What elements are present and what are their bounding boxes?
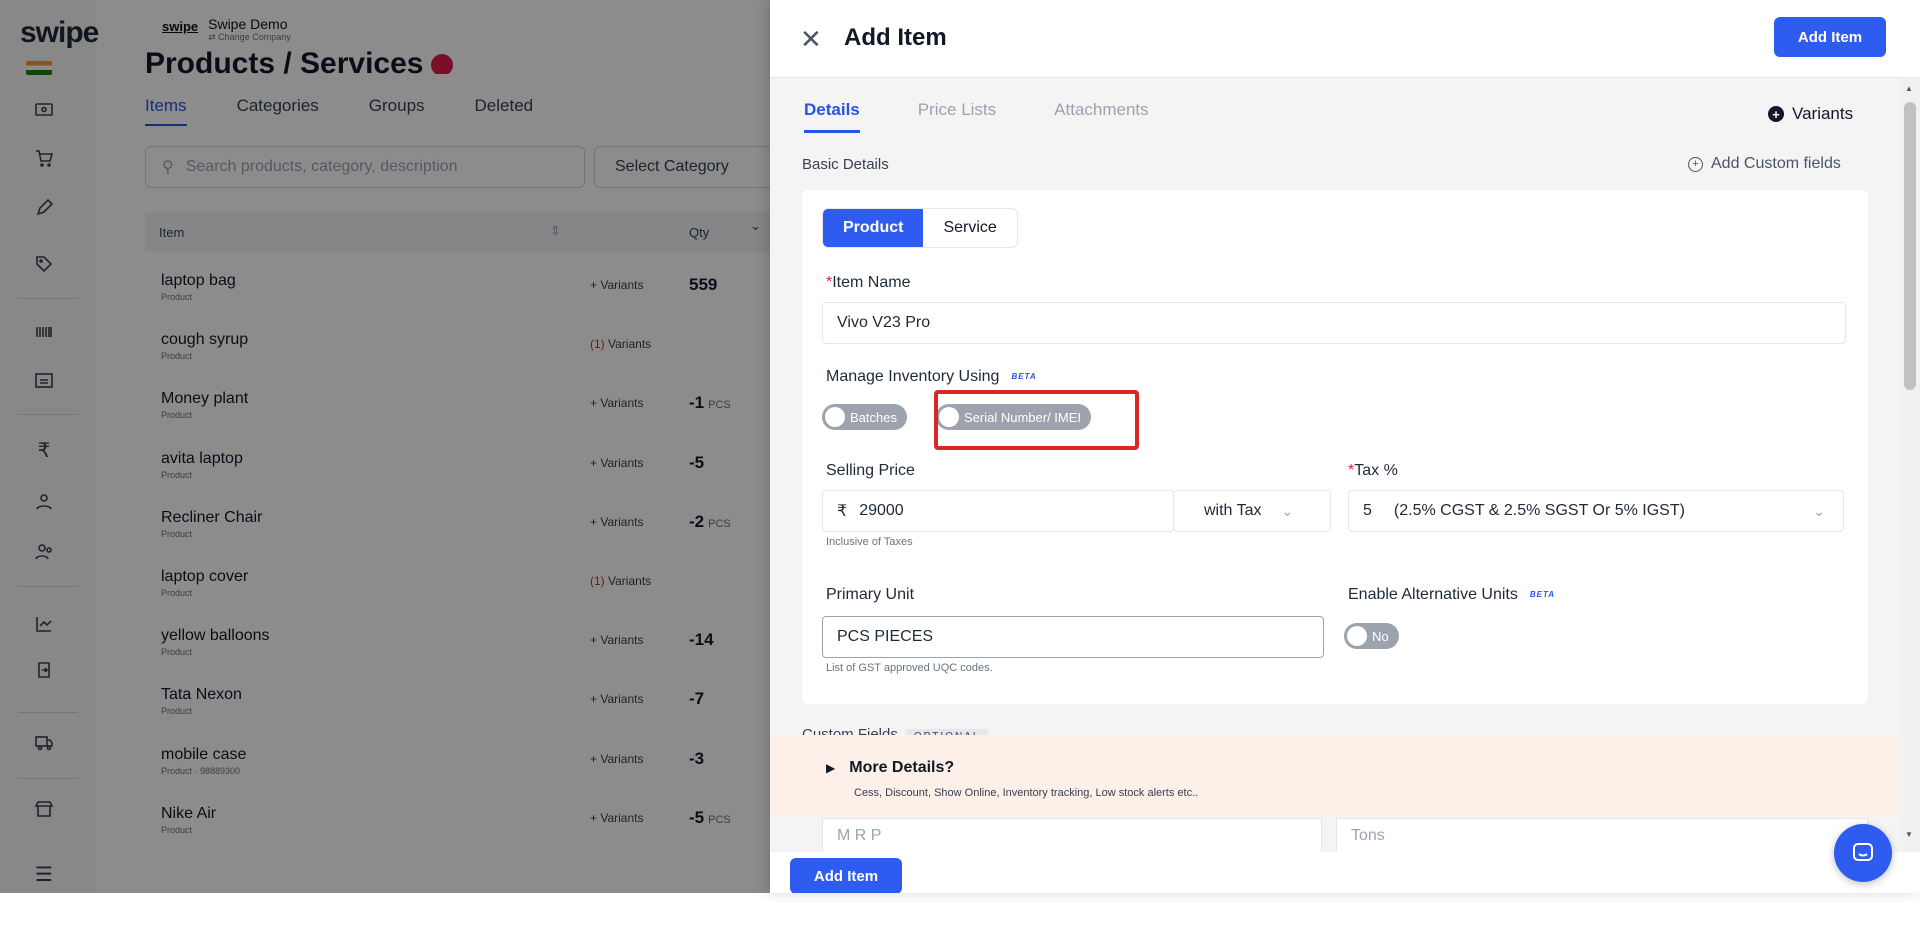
rupee-symbol: ₹ [837,503,848,520]
tax-label: *Tax % [1348,462,1398,480]
uqc-hint: List of GST approved UQC codes. [826,662,993,674]
item-name-label-text: Item Name [832,274,911,291]
item-name-label: *Item Name [826,274,910,292]
more-details-expander[interactable]: ▶ More Details? Cess, Discount, Show Onli… [770,735,1900,817]
tab-price-lists[interactable]: Price Lists [918,100,996,133]
drawer-tabs: Details Price Lists Attachments [804,100,1149,133]
more-details-subtitle: Cess, Discount, Show Online, Inventory t… [854,787,1199,799]
tax-mode-select[interactable]: with Tax ⌄ [1173,490,1331,532]
scrollbar-thumb[interactable] [1904,102,1916,390]
caret-right-icon: ▶ [826,761,836,775]
alt-units-toggle[interactable]: No [1344,623,1399,649]
modal-backdrop[interactable] [0,0,770,893]
mrp-input[interactable]: M R P [822,818,1322,852]
alt-units-label: Enable Alternative Units BETA [1348,586,1555,604]
manage-inventory-label: Manage Inventory Using BETA [826,368,1037,386]
inclusive-taxes-hint: Inclusive of Taxes [826,536,913,548]
alt-units-toggle-label: No [1372,628,1389,644]
drawer-title: Add Item [844,24,947,51]
plus-circle-icon: + [1768,106,1784,122]
tax-select[interactable]: 5 (2.5% CGST & 2.5% SGST Or 5% IGST) ⌄ [1348,490,1844,532]
scrollbar[interactable]: ▲ ▼ [1900,78,1920,852]
basic-details-heading: Basic Details [802,156,889,173]
batches-label: Batches [850,409,897,425]
drawer-footer: Add Item [770,852,1920,893]
chevron-down-icon: ⌄ [1813,502,1825,519]
annotation-highlight-box [934,390,1139,450]
chevron-down-icon: ⌄ [1281,502,1294,519]
add-custom-fields-button[interactable]: + Add Custom fields [1688,155,1841,173]
more-details-title: ▶ More Details? [826,759,954,777]
more-details-title-text: More Details? [849,759,955,776]
service-option[interactable]: Service [923,209,1016,247]
tab-attachments[interactable]: Attachments [1054,100,1149,133]
tax-label-text: Tax % [1354,462,1398,479]
item-type-toggle: Product Service [822,208,1018,248]
item-name-input[interactable]: Vivo V23 Pro [822,302,1846,344]
tax-description: (2.5% CGST & 2.5% SGST Or 5% IGST) [1393,502,1685,519]
variants-button[interactable]: + Variants [1768,104,1853,124]
batches-toggle[interactable]: Batches [822,404,907,430]
toggle-knob [1347,626,1367,646]
primary-unit-input[interactable]: PCS PIECES [822,616,1324,658]
plus-circle-icon: + [1688,156,1703,172]
selling-price-value: 29000 [859,502,904,519]
scroll-up-arrow-icon[interactable]: ▲ [1905,84,1913,93]
selling-price-label: Selling Price [826,462,915,479]
add-item-footer-button[interactable]: Add Item [790,858,902,893]
toggle-knob [825,407,845,427]
product-option[interactable]: Product [823,209,924,247]
beta-badge: BETA [1529,590,1556,600]
scroll-down-arrow-icon[interactable]: ▼ [1905,830,1913,839]
tons-input[interactable]: Tons [1336,818,1868,852]
tab-details[interactable]: Details [804,100,860,133]
add-item-button[interactable]: Add Item [1774,17,1886,57]
primary-unit-label: Primary Unit [826,586,915,603]
manage-inventory-text: Manage Inventory Using [826,368,1000,385]
variants-label: Variants [1792,104,1854,123]
drawer-header: ✕ Add Item Add Item [770,0,1920,78]
beta-badge: BETA [1011,372,1037,382]
alt-units-text: Enable Alternative Units [1348,586,1518,603]
chat-support-button[interactable] [1834,824,1892,882]
selling-price-input[interactable]: ₹29000 [822,490,1174,532]
with-tax-label: with Tax [1204,502,1262,519]
close-icon[interactable]: ✕ [800,24,822,55]
add-custom-fields-label: Add Custom fields [1711,155,1841,172]
tax-value: 5 [1363,502,1372,519]
chat-icon [1853,843,1873,861]
